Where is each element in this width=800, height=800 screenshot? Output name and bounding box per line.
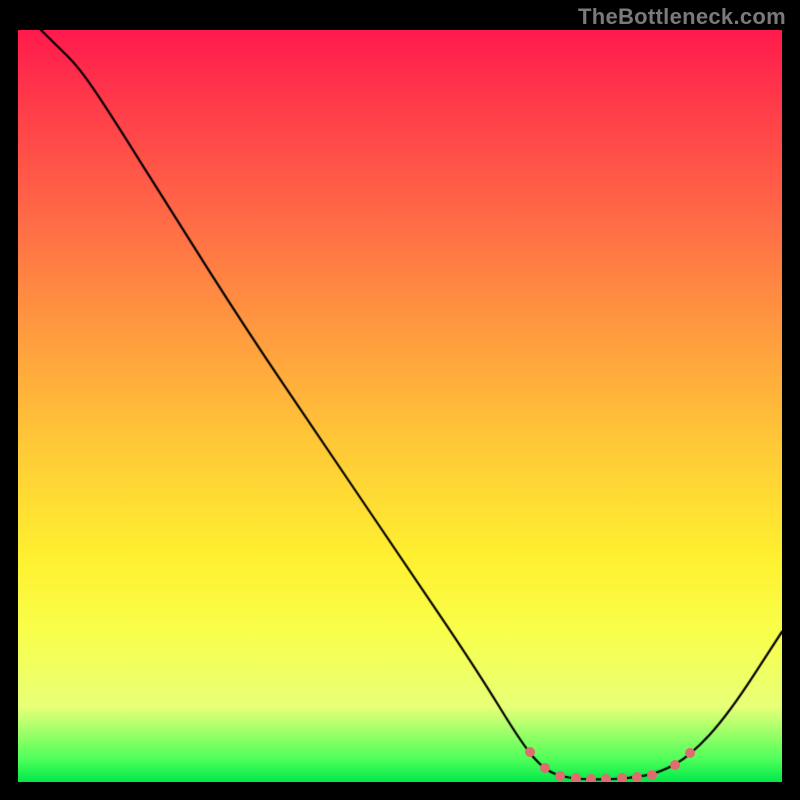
data-marker — [525, 747, 535, 757]
data-marker — [632, 772, 642, 782]
bottleneck-curve — [18, 30, 782, 782]
data-marker — [601, 774, 611, 782]
data-marker — [617, 773, 627, 782]
watermark-text: TheBottleneck.com — [578, 4, 786, 30]
chart-frame: TheBottleneck.com — [0, 0, 800, 800]
data-marker — [571, 773, 581, 782]
data-marker — [586, 774, 596, 782]
plot-area — [18, 30, 782, 782]
